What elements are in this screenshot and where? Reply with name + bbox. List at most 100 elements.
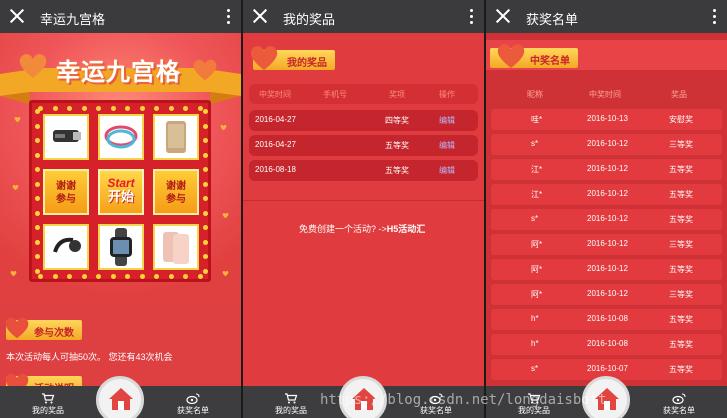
heart-icon (193, 59, 217, 81)
row-prize: 安慰奖 (669, 115, 693, 124)
board-light (168, 274, 174, 279)
nav-my-prizes-label: 我的奖品 (275, 406, 307, 415)
nav-my-prizes[interactable]: 我的奖品 (261, 393, 321, 416)
col-nickname: 昵称 (527, 90, 543, 99)
page-title: 获奖名单 (526, 12, 579, 27)
board-light (35, 196, 40, 201)
weibo-icon (672, 393, 686, 404)
board-light (52, 274, 58, 279)
top-bar: 幸运九宫格 (0, 0, 241, 33)
heart-icon (10, 270, 17, 277)
board-light (35, 138, 40, 143)
col-win-time: 中奖时间 (259, 90, 291, 99)
board-light (67, 274, 72, 279)
more-menu-icon[interactable] (470, 9, 474, 25)
edit-link[interactable]: 编辑 (439, 140, 455, 151)
table-row: 江* 2016-10-12 五等奖 (491, 159, 722, 180)
nav-winners-label: 获奖名单 (177, 406, 209, 415)
table-row: s* 2016-10-12 五等奖 (491, 209, 722, 230)
row-date: 2016-04-27 (255, 115, 296, 124)
nav-my-prizes[interactable]: 我的奖品 (18, 393, 78, 416)
home-icon (109, 388, 133, 410)
row-date: 2016-10-08 (587, 314, 628, 323)
more-menu-icon[interactable] (713, 9, 717, 25)
board-light (35, 152, 40, 158)
edit-link[interactable]: 编辑 (439, 115, 455, 126)
board-light (203, 196, 208, 201)
board-light (35, 109, 40, 114)
prize-cell-6 (153, 224, 199, 270)
board-light (139, 106, 145, 111)
start-button[interactable]: Start 开始 (98, 169, 144, 215)
close-icon[interactable] (494, 7, 512, 25)
board-light (38, 274, 43, 279)
board-light (125, 106, 130, 111)
row-prize: 五等奖 (669, 215, 693, 224)
heart-icon (19, 54, 47, 78)
board-light (197, 274, 203, 279)
row-date: 2016-10-12 (587, 164, 628, 173)
heart-icon (222, 270, 229, 277)
winners-table-header: 昵称 中奖时间 奖品 (491, 84, 722, 104)
row-prize: 三等奖 (669, 240, 693, 249)
table-row: 2016-04-27 四等奖 编辑 (249, 110, 478, 131)
board-light (203, 210, 208, 216)
board-light (81, 106, 87, 111)
home-button[interactable] (96, 376, 144, 418)
heart-icon (220, 124, 227, 131)
row-prize: 五等奖 (669, 365, 693, 374)
row-nickname: h* (531, 314, 539, 323)
board-light (203, 268, 208, 274)
cart-icon (285, 393, 298, 404)
heart-icon (250, 46, 278, 70)
row-date: 2016-10-12 (587, 139, 628, 148)
prize-cell-4 (43, 224, 89, 270)
table-row: 哇* 2016-10-13 安慰奖 (491, 109, 722, 130)
lottery-screen: 幸运九宫格 幸运九宫格 谢谢 参与 Start 开始 谢谢 参与 参与次数 本次… (0, 0, 241, 418)
prize-cell-3 (153, 114, 199, 160)
promo-link[interactable]: H5活动汇 (387, 224, 426, 234)
board-light (35, 268, 40, 274)
board-light (67, 106, 72, 111)
board-light (203, 181, 208, 187)
row-nickname: 阿* (531, 290, 543, 299)
board-light (203, 167, 208, 172)
board-light (203, 109, 208, 114)
col-action: 操作 (439, 90, 455, 99)
table-row: 江* 2016-10-12 五等奖 (491, 184, 722, 205)
row-prize: 五等奖 (669, 190, 693, 199)
headset-icon (53, 237, 81, 253)
board-light (96, 106, 101, 111)
row-date: 2016-10-12 (587, 289, 628, 298)
close-icon[interactable] (8, 7, 26, 25)
row-nickname: 阿* (531, 265, 543, 274)
board-light (154, 274, 159, 279)
board-light (52, 106, 58, 111)
board-light (203, 152, 208, 158)
board-light (168, 106, 174, 111)
prize-cell-1 (43, 114, 89, 160)
board-light (35, 239, 40, 245)
row-date: 2016-08-18 (255, 165, 296, 174)
row-prize: 五等奖 (385, 166, 409, 175)
thanks-label: 谢谢 参与 (56, 181, 76, 205)
table-row: 2016-08-18 五等奖 编辑 (249, 160, 478, 181)
close-icon[interactable] (251, 7, 269, 25)
table-row: h* 2016-10-08 五等奖 (491, 334, 722, 355)
board-light (110, 106, 116, 111)
edit-link[interactable]: 编辑 (439, 165, 455, 176)
top-bar: 我的奖品 (243, 0, 484, 33)
cart-icon (42, 393, 55, 404)
row-date: 2016-10-07 (587, 364, 628, 373)
nav-winners[interactable]: 获奖名单 (163, 393, 223, 416)
watermark-text: https://blog.csdn.net/longdaisbott (320, 392, 607, 408)
table-row: 阿* 2016-10-12 五等奖 (491, 259, 722, 280)
more-menu-icon[interactable] (227, 9, 231, 25)
row-prize: 五等奖 (669, 340, 693, 349)
weibo-icon (186, 393, 200, 404)
board-light (125, 274, 130, 279)
table-row: h* 2016-10-08 五等奖 (491, 309, 722, 330)
nav-my-prizes-label: 我的奖品 (32, 406, 64, 415)
nav-winners[interactable]: 获奖名单 (649, 393, 709, 416)
row-nickname: s* (531, 139, 539, 148)
